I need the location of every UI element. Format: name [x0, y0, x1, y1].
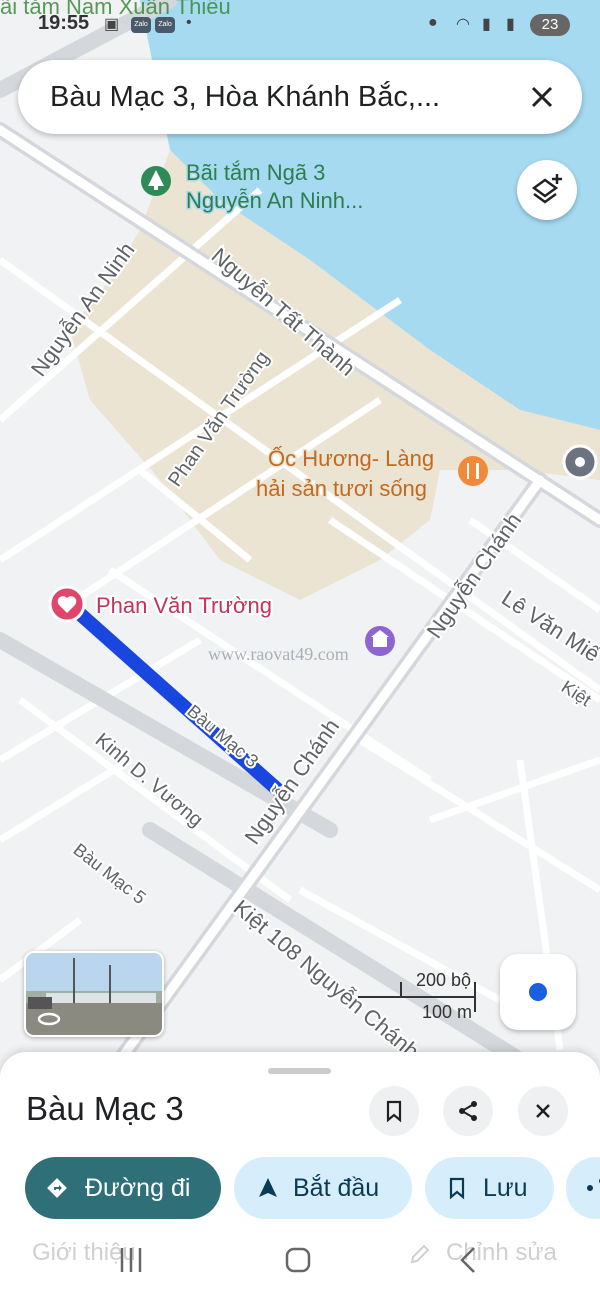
scale-tick — [474, 982, 476, 1012]
poi-restaurant-name-2: hải sản tươi sống — [256, 476, 427, 501]
close-button[interactable] — [518, 1086, 568, 1136]
clear-search-icon[interactable] — [524, 79, 560, 115]
poi-beach-name-1: Bãi tắm Ngã 3 — [186, 160, 325, 185]
close-icon — [536, 1104, 550, 1118]
scale-imperial: 200 bộ — [416, 970, 472, 990]
dot-icon: • — [186, 14, 192, 31]
share-icon — [459, 1101, 477, 1121]
save-button[interactable]: Lưu — [425, 1157, 554, 1219]
start-button[interactable]: Bắt đầu — [234, 1157, 412, 1219]
system-nav-bar — [120, 1247, 475, 1273]
scale-tick — [400, 982, 402, 997]
street-view-thumbnail[interactable] — [24, 951, 164, 1037]
layers-button[interactable] — [517, 160, 577, 220]
share-icon — [587, 1178, 600, 1191]
drag-handle[interactable] — [268, 1068, 331, 1074]
poi-temple[interactable] — [365, 626, 395, 656]
scale-bar: 200 bộ 100 m — [358, 968, 478, 1028]
battery-indicator: 23 — [530, 14, 570, 36]
directions-label: Đường đi — [85, 1174, 191, 1202]
bookmark-icon — [386, 1100, 402, 1123]
signal-icon: ▮ — [506, 16, 515, 33]
navigation-arrow-icon — [259, 1178, 277, 1197]
pin-label: Phan Văn Trường — [96, 593, 272, 618]
back-icon[interactable] — [460, 1247, 475, 1273]
start-label: Bắt đầu — [293, 1174, 380, 1202]
location-icon: ● — [428, 14, 438, 31]
my-location-icon — [529, 983, 547, 1001]
zalo-badge-icon: Zalo — [131, 17, 151, 33]
street-view-rotate-icon — [37, 1012, 61, 1026]
search-bar[interactable]: Bàu Mạc 3, Hòa Khánh Bắc,... — [18, 60, 582, 134]
bookmark-icon — [449, 1177, 465, 1200]
wifi-icon: ◠ — [456, 16, 470, 33]
status-time: 19:55 — [38, 12, 90, 34]
home-icon[interactable] — [285, 1247, 311, 1273]
search-query[interactable]: Bàu Mạc 3, Hòa Khánh Bắc,... — [50, 60, 440, 134]
place-title: Bàu Mạc 3 — [26, 1090, 184, 1127]
my-location-button[interactable] — [500, 954, 576, 1030]
poi-edge[interactable] — [562, 444, 598, 480]
bookmark-button[interactable] — [369, 1086, 419, 1136]
signal-icon: ▮ — [482, 16, 491, 33]
share-chip-button[interactable] — [566, 1157, 600, 1219]
layers-icon — [531, 174, 562, 204]
directions-icon — [47, 1178, 67, 1198]
save-label: Lưu — [483, 1174, 528, 1202]
share-button[interactable] — [443, 1086, 493, 1136]
status-bar: ãi tắm Nam Xuân Thiều 19:55 Zalo Zalo ▣ … — [0, 0, 600, 50]
zalo-badge-icon: Zalo — [155, 17, 175, 33]
scale-line — [358, 996, 476, 998]
poi-beach-name-2: Nguyễn An Ninh... — [186, 188, 363, 213]
recents-icon[interactable] — [120, 1248, 142, 1272]
directions-button[interactable]: Đường đi — [25, 1157, 221, 1219]
watermark: www.raovat49.com — [208, 644, 349, 664]
screenshot-icon: ▣ — [104, 16, 120, 33]
poi-restaurant-name-1: Ốc Hương- Làng — [268, 445, 434, 471]
scale-metric: 100 m — [422, 1002, 473, 1022]
